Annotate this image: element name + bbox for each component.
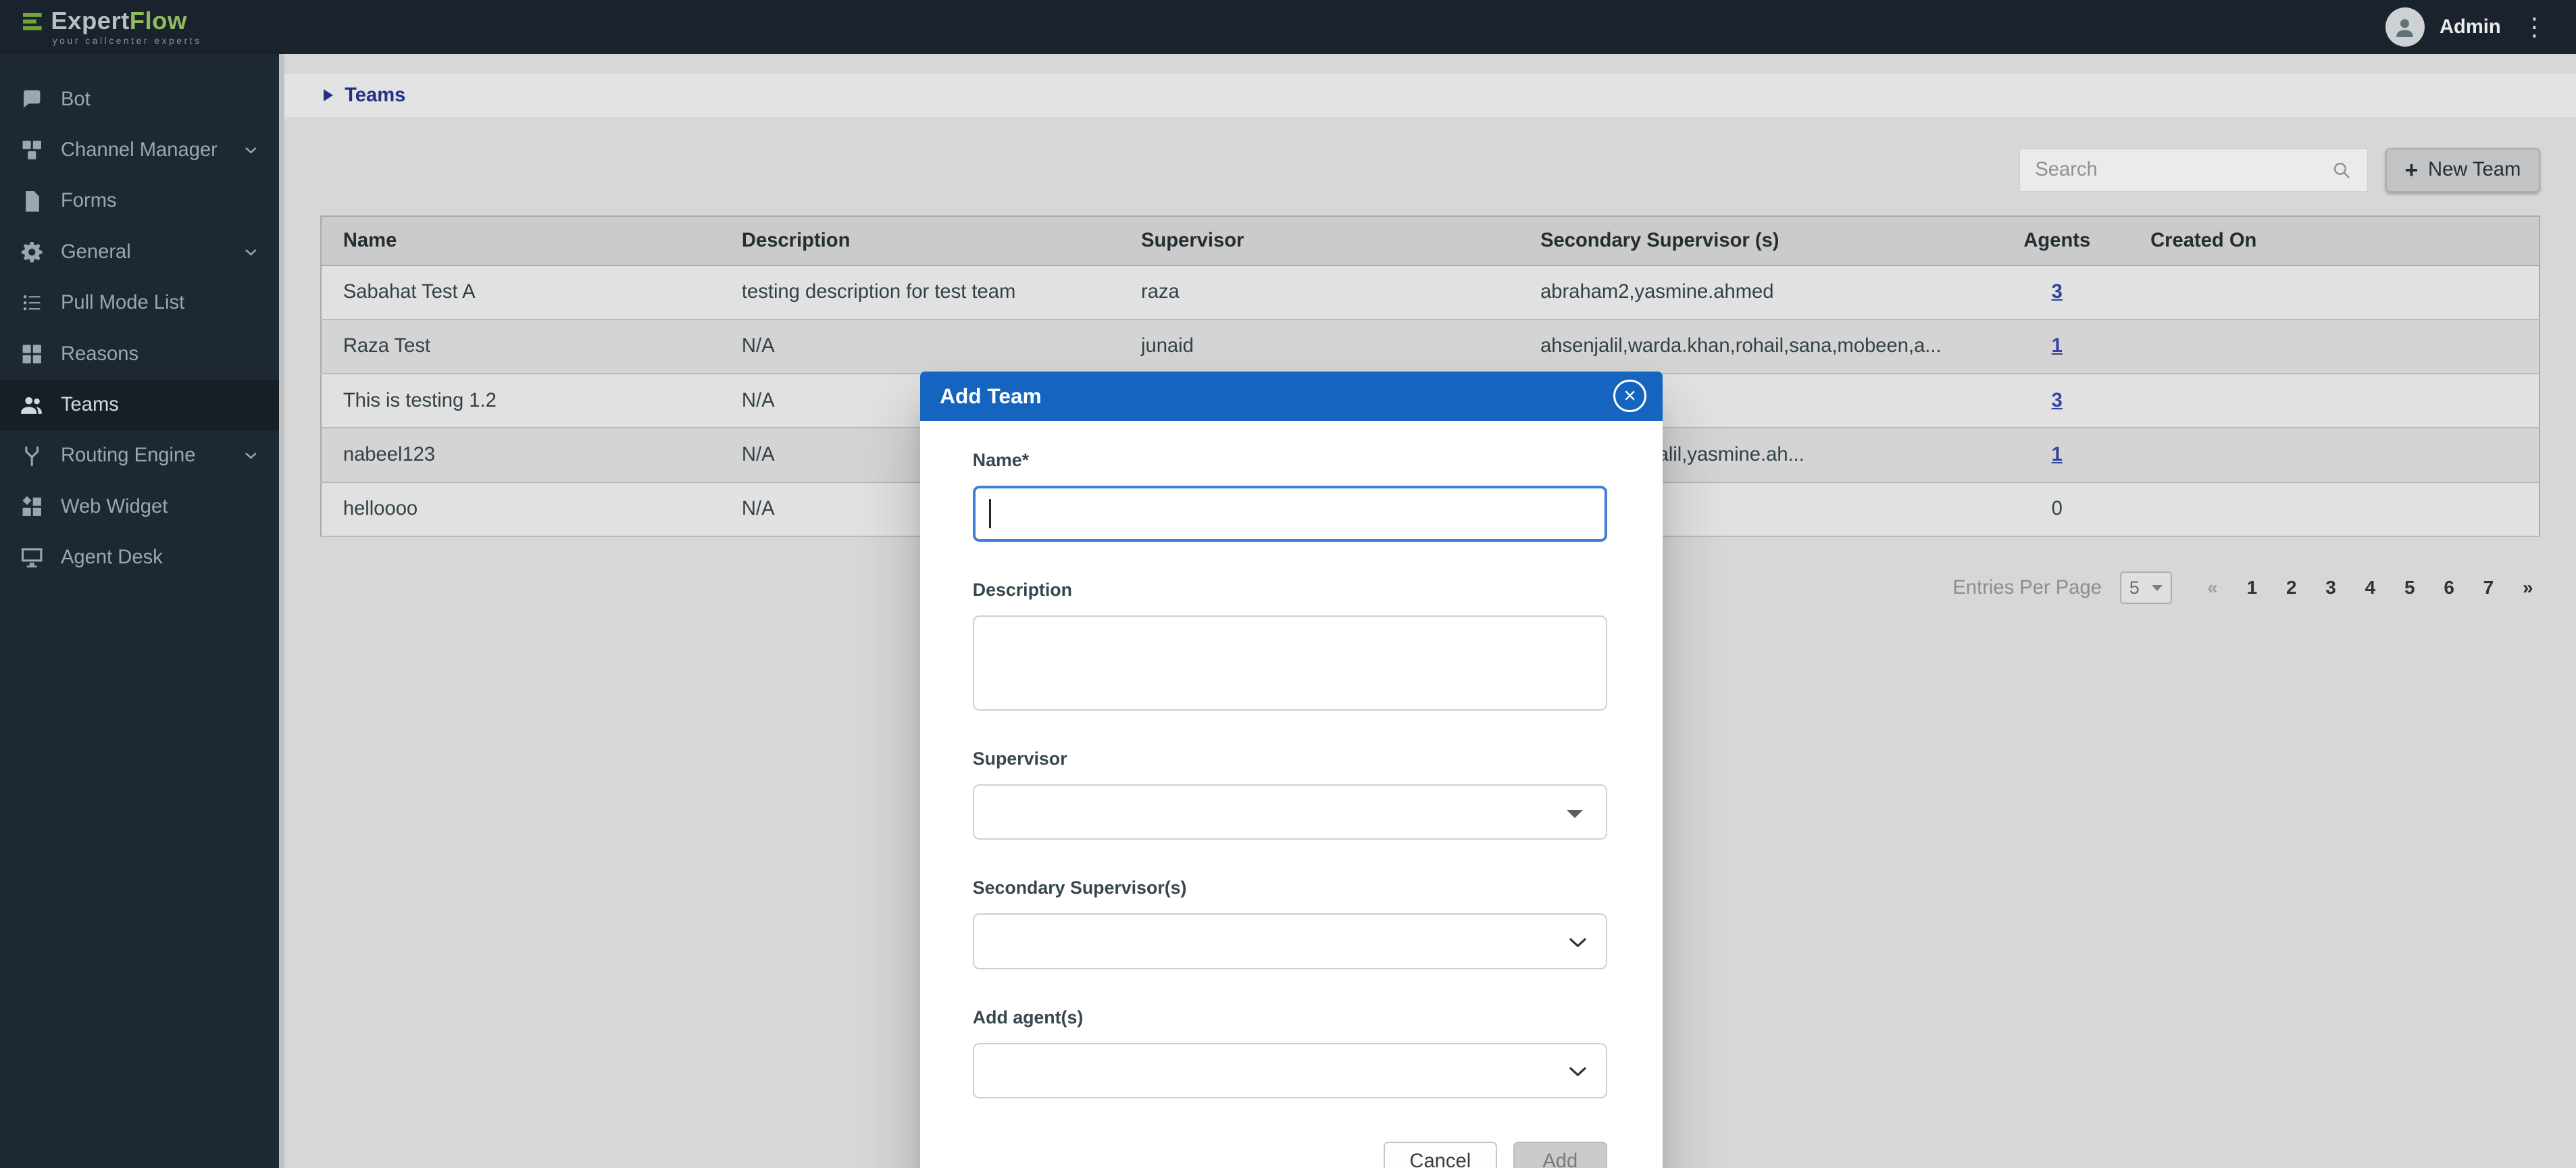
add-button[interactable]: Add — [1513, 1142, 1607, 1168]
chevron-down-icon — [1565, 1059, 1591, 1085]
name-label: Name* — [973, 450, 1607, 471]
add-agents-select[interactable] — [973, 1043, 1607, 1099]
secondary-supervisor-label: Secondary Supervisor(s) — [973, 878, 1607, 898]
chevron-down-icon — [1565, 930, 1591, 956]
team-name-input[interactable] — [973, 486, 1607, 542]
team-description-textarea[interactable] — [973, 615, 1607, 711]
supervisor-label: Supervisor — [973, 748, 1607, 769]
description-label: Description — [973, 580, 1607, 601]
close-icon[interactable]: × — [1613, 380, 1646, 413]
cancel-button[interactable]: Cancel — [1384, 1142, 1497, 1168]
app-root: ExpertFlow your callcenter experts Admin… — [0, 0, 2576, 1168]
add-team-dialog: Add Team × Name* Description Supervisor … — [920, 372, 1663, 1168]
secondary-supervisor-select[interactable] — [973, 913, 1607, 969]
supervisor-select[interactable] — [973, 784, 1607, 840]
dialog-body: Name* Description Supervisor Secondary S… — [920, 421, 1663, 1099]
caret-down-icon — [1567, 810, 1583, 818]
dialog-title: Add Team — [940, 384, 1041, 409]
dialog-footer: Cancel Add — [920, 1098, 1663, 1168]
add-agents-label: Add agent(s) — [973, 1007, 1607, 1028]
dialog-header: Add Team × — [920, 372, 1663, 421]
